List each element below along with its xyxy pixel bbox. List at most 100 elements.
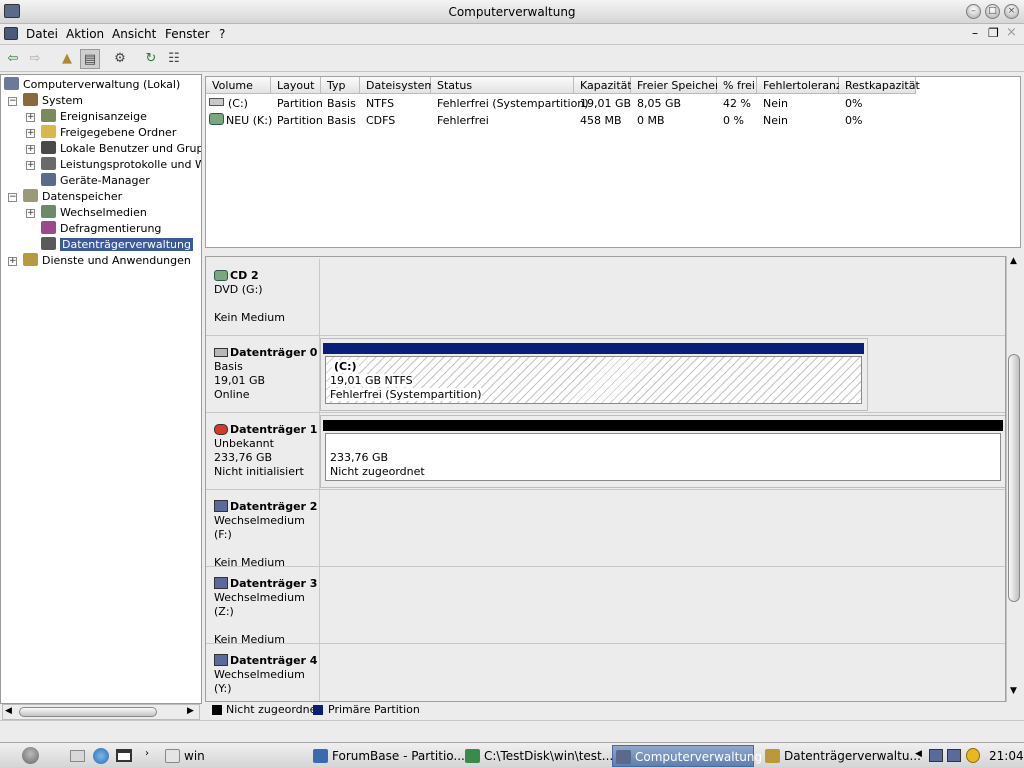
tree-item-datenspeicher[interactable]: Datenspeicher — [23, 189, 122, 205]
tree-item-defragmentierung[interactable]: Defragmentierung — [41, 221, 161, 237]
tray-expand-icon[interactable]: ◀ — [915, 749, 922, 759]
scroll-thumb[interactable] — [19, 707, 157, 717]
browser-window-icon — [313, 749, 328, 763]
unallocated-bar — [323, 420, 1003, 431]
collapse-system-icon[interactable]: − — [8, 97, 17, 106]
disk-management-icon — [41, 237, 56, 250]
expand-dienste-icon[interactable]: + — [8, 257, 17, 266]
expand-leistung-icon[interactable]: + — [26, 161, 35, 170]
status-bar — [0, 720, 1024, 740]
security-icon[interactable] — [966, 748, 980, 763]
window-title: Computerverwaltung — [448, 5, 576, 19]
tree-item-freigegebene-ordner[interactable]: Freigegebene Ordner — [41, 125, 176, 141]
mmc-icon — [4, 27, 18, 40]
scroll-up-icon[interactable]: ▲ — [1010, 256, 1017, 266]
disk-row-cd2[interactable]: CD 2 DVD (G:) Kein Medium — [206, 259, 1005, 336]
show-tree-icon[interactable]: ▤ — [80, 49, 100, 69]
disk-row-1[interactable]: Datenträger 1 Unbekannt 233,76 GB Nicht … — [206, 413, 1005, 490]
tree-item-system[interactable]: System — [23, 93, 83, 109]
menu-help[interactable]: ? — [219, 27, 225, 41]
tree-horizontal-scrollbar[interactable]: ◀ ▶ — [2, 704, 200, 720]
console-icon — [465, 749, 480, 763]
tree-item-root[interactable]: Computerverwaltung (Lokal) — [4, 77, 180, 93]
menu-datei[interactable]: Datei — [26, 27, 58, 41]
expand-ereignis-icon[interactable]: + — [26, 113, 35, 122]
scroll-left-icon[interactable]: ◀ — [5, 706, 12, 716]
col-kapazitaet[interactable]: Kapazität — [574, 77, 632, 94]
maximize-icon[interactable]: □ — [985, 4, 1000, 19]
taskbar-computerverwaltung[interactable]: Computerverwaltung — [612, 745, 762, 767]
col-typ[interactable]: Typ — [321, 77, 360, 94]
refresh-icon[interactable]: ↻ — [141, 49, 161, 69]
disk-graphical-view: CD 2 DVD (G:) Kein Medium Datenträger 0 … — [205, 256, 1006, 702]
taskbar-datentraegerverwaltung[interactable]: Datenträgerverwaltu... — [762, 745, 921, 767]
partition-c-block[interactable]: (C:) 19,01 GB NTFS Fehlerfrei (Systempar… — [320, 338, 868, 411]
expand-freigegeben-icon[interactable]: + — [26, 129, 35, 138]
scroll-right-icon[interactable]: ▶ — [187, 706, 194, 716]
scroll-down-icon[interactable]: ▼ — [1010, 686, 1017, 696]
col-prozent-frei[interactable]: % frei — [717, 77, 757, 94]
disk-vertical-scrollbar[interactable]: ▲ ▼ — [1006, 256, 1021, 702]
close-icon[interactable]: × — [1004, 4, 1019, 19]
apple-menu-icon[interactable] — [22, 747, 39, 764]
col-volume[interactable]: Volume — [206, 77, 271, 94]
menu-aktion[interactable]: Aktion — [66, 27, 104, 41]
disk-error-icon — [214, 424, 228, 435]
unallocated-block[interactable]: 233,76 GB Nicht zugeordnet — [320, 415, 1005, 488]
menu-fenster[interactable]: Fenster — [165, 27, 210, 41]
inner-close-icon[interactable]: × — [1006, 25, 1017, 40]
partition-c-content: (C:) 19,01 GB NTFS Fehlerfrei (Systempar… — [325, 356, 862, 404]
col-freier-speicher[interactable]: Freier Speicher — [631, 77, 720, 94]
network-icon-2[interactable] — [947, 749, 961, 762]
tree-item-datentraegerverwaltung[interactable]: Datenträgerverwaltung — [41, 237, 193, 253]
menu-bar: Datei Aktion Ansicht Fenster ? – ❐ × — [0, 24, 1024, 45]
shared-folder-icon — [41, 125, 56, 138]
disk-row-3[interactable]: Datenträger 3 Wechselmedium (Z:) Kein Me… — [206, 567, 1005, 646]
forward-icon[interactable]: ⇨ — [25, 49, 45, 69]
up-folder-icon[interactable]: ▲ — [57, 49, 77, 69]
col-fehlertoleranz[interactable]: Fehlertoleranz — [757, 77, 842, 94]
tree-item-leistungsprotokolle[interactable]: Leistungsprotokolle und War — [41, 157, 201, 173]
system-tools-icon — [23, 93, 38, 106]
inner-restore-icon[interactable]: ❐ — [988, 26, 999, 40]
taskbar-folder-win[interactable]: win — [162, 745, 262, 767]
col-status[interactable]: Status — [431, 77, 574, 94]
window-icon[interactable] — [116, 749, 132, 762]
properties-icon[interactable]: ⚙ — [110, 49, 130, 69]
legend-primary-swatch — [313, 705, 323, 715]
col-dateisystem[interactable]: Dateisystem — [360, 77, 435, 94]
tree-item-geraete-manager[interactable]: Geräte-Manager — [41, 173, 150, 189]
cd-drive-icon — [209, 113, 224, 125]
event-viewer-icon — [41, 109, 56, 122]
basic-disk-icon — [214, 348, 228, 357]
removable-disk-icon — [214, 500, 228, 512]
legend-primary-label: Primäre Partition — [328, 703, 420, 716]
taskbar-testdisk[interactable]: C:\TestDisk\win\test... — [462, 745, 613, 767]
col-restkapazitaet[interactable]: Restkapazität — [839, 77, 920, 94]
menu-ansicht[interactable]: Ansicht — [112, 27, 156, 41]
removable-media-icon — [41, 205, 56, 218]
storage-icon — [23, 189, 38, 202]
taskbar-forumbase[interactable]: ForumBase - Partitio... — [310, 745, 465, 767]
tree-item-lokale-benutzer[interactable]: Lokale Benutzer und Gruppe — [41, 141, 201, 157]
tree-item-ereignisanzeige[interactable]: Ereignisanzeige — [41, 109, 147, 125]
back-icon[interactable]: ⇦ — [3, 49, 23, 69]
col-layout[interactable]: Layout — [271, 77, 321, 94]
browser-icon[interactable] — [93, 748, 109, 764]
tree-item-wechselmedien[interactable]: Wechselmedien — [41, 205, 147, 221]
show-desktop-icon[interactable] — [70, 750, 85, 762]
minimize-icon[interactable]: – — [966, 4, 981, 19]
export-list-icon[interactable]: ☷ — [164, 49, 184, 69]
expand-benutzer-icon[interactable]: + — [26, 145, 35, 154]
expand-wechsel-icon[interactable]: + — [26, 209, 35, 218]
inner-minimize-icon[interactable]: – — [972, 26, 978, 40]
disk-row-2[interactable]: Datenträger 2 Wechselmedium (F:) Kein Me… — [206, 490, 1005, 569]
network-icon[interactable] — [929, 749, 943, 762]
collapse-datenspeicher-icon[interactable]: − — [8, 193, 17, 202]
console-tree: Computerverwaltung (Lokal) − System + Er… — [0, 74, 202, 704]
disk-row-4[interactable]: Datenträger 4 Wechselmedium (Y:) Kein Me… — [206, 644, 1005, 701]
disk-row-0[interactable]: Datenträger 0 Basis 19,01 GB Online (C:)… — [206, 336, 1005, 413]
tree-item-dienste[interactable]: Dienste und Anwendungen — [23, 253, 191, 269]
quicklaunch-more-icon[interactable]: › — [145, 748, 149, 759]
scroll-thumb[interactable] — [1008, 354, 1020, 602]
